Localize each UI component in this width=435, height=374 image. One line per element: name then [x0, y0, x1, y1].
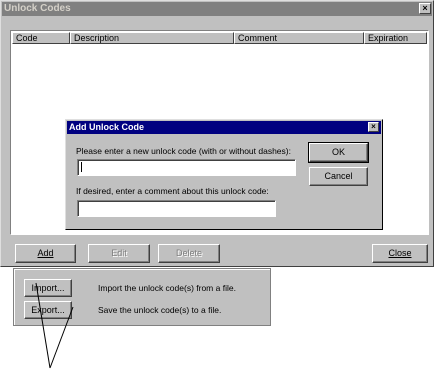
callout-lines — [35, 282, 74, 369]
callout-line-export — [49, 306, 74, 369]
callout-line-import — [35, 282, 51, 369]
